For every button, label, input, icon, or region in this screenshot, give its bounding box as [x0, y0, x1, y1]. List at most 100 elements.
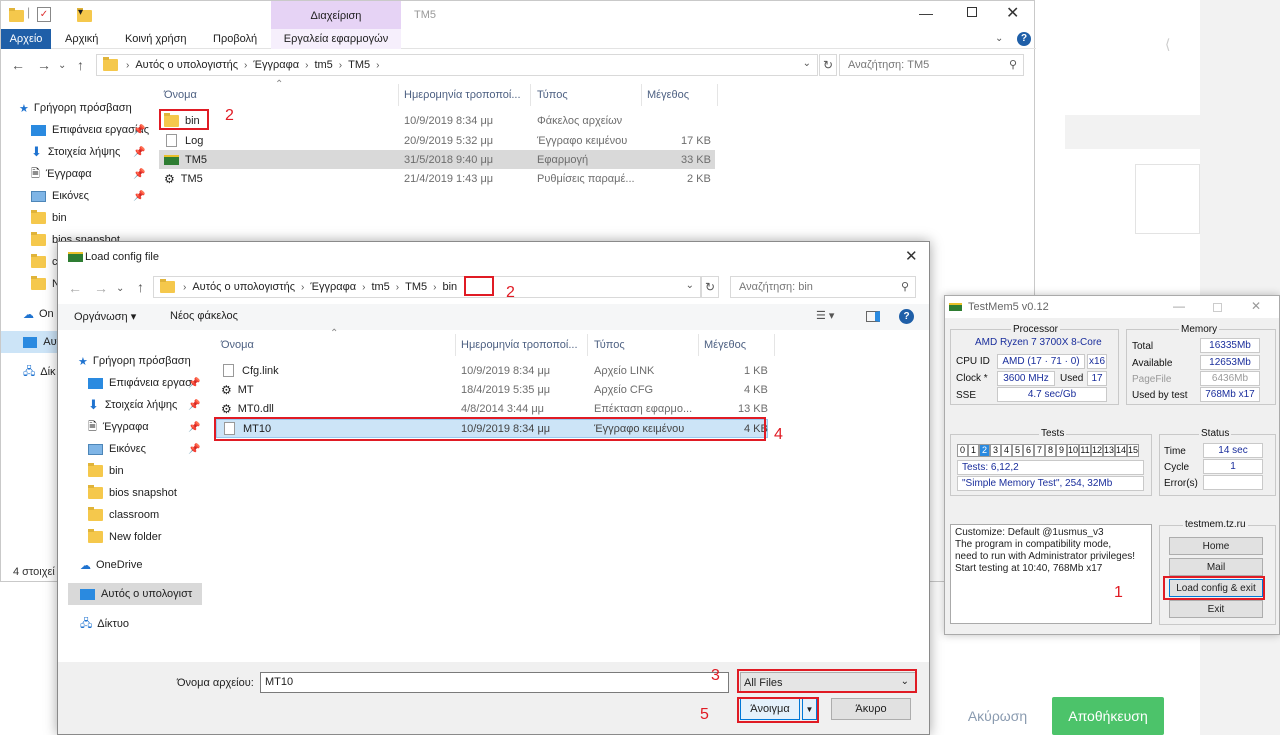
- minimize-icon[interactable]: —: [919, 5, 933, 21]
- pin-icon[interactable]: 📌: [188, 378, 200, 389]
- folder-icon: [103, 57, 118, 71]
- pictures-icon: [88, 443, 103, 455]
- chevron-down-icon[interactable]: ⌄: [803, 58, 811, 69]
- close-icon[interactable]: ✕: [1006, 3, 1019, 23]
- sidebar-item-this-pc[interactable]: Αυτ: [1, 331, 61, 353]
- sidebar-item-bios-snapshot[interactable]: bios snapshot: [88, 482, 177, 504]
- refresh-icon[interactable]: ↻: [819, 54, 837, 76]
- pin-icon[interactable]: 📌: [188, 400, 200, 411]
- sidebar-item-desktop[interactable]: Επιφάνεια εργασίας: [31, 119, 149, 141]
- pin-icon[interactable]: 📌: [133, 191, 145, 202]
- sidebar-item-n[interactable]: N: [31, 273, 60, 295]
- filename-input[interactable]: MT10: [260, 672, 729, 693]
- chevron-down-icon[interactable]: ⌄: [995, 33, 1003, 44]
- sidebar-item-documents[interactable]: 🗎 Έγγραφα: [88, 416, 149, 438]
- sidebar-item-bin[interactable]: bin: [88, 460, 124, 482]
- tab-share[interactable]: Κοινή χρήση: [125, 29, 187, 49]
- organize-button[interactable]: Οργάνωση ▾: [74, 310, 136, 323]
- dialog-search-input[interactable]: Αναζήτηση: bin ⚲: [730, 276, 916, 298]
- chevron-down-icon[interactable]: ▾: [78, 7, 83, 18]
- view-options-icon[interactable]: ☰ ▾: [816, 309, 834, 322]
- dialog-address-bar[interactable]: › Αυτός ο υπολογιστής › Έγγραφα › tm5 › TM5…: [153, 276, 701, 298]
- up-icon[interactable]: ↑: [137, 279, 144, 295]
- column-date[interactable]: Ημερομηνία τροποποί...: [404, 89, 521, 101]
- sidebar-item-cl[interactable]: cl: [31, 251, 60, 273]
- breadcrumb-item[interactable]: Έγγραφα: [253, 59, 299, 71]
- pin-icon[interactable]: 📌: [133, 147, 145, 158]
- sidebar-item-pictures[interactable]: Εικόνες: [88, 438, 146, 460]
- sidebar-item-desktop[interactable]: Επιφάνεια εργασ: [88, 372, 192, 394]
- sidebar-item-onedrive[interactable]: ☁ OneDrive: [80, 554, 142, 576]
- sidebar-item-new-folder[interactable]: New folder: [88, 526, 162, 548]
- column-size[interactable]: Μέγεθος: [647, 89, 689, 101]
- cancel-button[interactable]: Άκυρο: [831, 698, 911, 720]
- breadcrumb-item[interactable]: tm5: [314, 59, 332, 71]
- pin-icon[interactable]: 📌: [188, 422, 200, 433]
- sidebar-item-quick-access[interactable]: ★ Γρήγορη πρόσβαση: [13, 97, 132, 119]
- forward-icon[interactable]: →: [94, 280, 108, 296]
- home-button[interactable]: Home: [1169, 537, 1263, 555]
- column-name[interactable]: Όνομα: [221, 339, 254, 351]
- refresh-icon[interactable]: ↻: [701, 276, 719, 298]
- explorer-search-input[interactable]: Αναζήτηση: TM5 ⚲: [839, 54, 1024, 76]
- annotation-2: 2: [506, 284, 515, 301]
- pin-icon[interactable]: 📌: [188, 444, 200, 455]
- web-cancel-button[interactable]: Ακύρωση: [950, 698, 1045, 734]
- breadcrumb-item[interactable]: TM5: [348, 59, 370, 71]
- forward-icon[interactable]: →: [37, 57, 51, 73]
- column-date[interactable]: Ημερομηνία τροποποί...: [461, 339, 578, 351]
- preview-pane-icon[interactable]: [866, 311, 880, 322]
- sidebar-item-network[interactable]: 🖧 Δίκ: [23, 361, 56, 383]
- share-icon[interactable]: ⟨: [1165, 36, 1170, 53]
- sidebar-item-this-pc[interactable]: Αυτός ο υπολογιστ: [68, 583, 202, 605]
- minimize-icon[interactable]: —: [1173, 299, 1185, 313]
- sidebar-item-quick-access[interactable]: ★ Γρήγορη πρόσβαση: [72, 350, 191, 372]
- column-name[interactable]: Όνομα: [164, 89, 197, 101]
- breadcrumb-item[interactable]: TM5: [405, 281, 427, 293]
- sidebar-item-pictures[interactable]: Εικόνες: [31, 185, 89, 207]
- tab-home[interactable]: Αρχική: [65, 29, 98, 49]
- sidebar-item-downloads[interactable]: ⬇ Στοιχεία λήψης: [31, 141, 120, 163]
- sidebar-item-bin[interactable]: bin: [31, 207, 67, 229]
- help-icon[interactable]: ?: [1017, 32, 1031, 46]
- breadcrumb-item[interactable]: Αυτός ο υπολογιστής: [135, 59, 238, 71]
- maximize-icon[interactable]: [967, 7, 977, 17]
- back-icon[interactable]: ←: [11, 57, 25, 73]
- chevron-down-icon[interactable]: ⌄: [116, 283, 124, 294]
- sidebar-item-onedrive[interactable]: ☁ On: [23, 303, 54, 325]
- sidebar-item-network[interactable]: 🖧 Δίκτυο: [80, 613, 129, 635]
- tab-view[interactable]: Προβολή: [213, 29, 257, 49]
- memory-title: Memory: [1179, 324, 1220, 335]
- web-save-button[interactable]: Αποθήκευση: [1052, 697, 1164, 735]
- column-size[interactable]: Μέγεθος: [704, 339, 746, 351]
- explorer-address-bar[interactable]: › Αυτός ο υπολογιστής › Έγγραφα › tm5 › TM5…: [96, 54, 818, 76]
- chevron-down-icon[interactable]: ⌄: [686, 280, 694, 291]
- highlight-bin-breadcrumb: [464, 276, 494, 296]
- breadcrumb-item[interactable]: tm5: [371, 281, 389, 293]
- tab-file[interactable]: Αρχείο: [1, 29, 51, 49]
- sidebar-item-downloads[interactable]: ⬇ Στοιχεία λήψης: [88, 394, 177, 416]
- sidebar-item-documents[interactable]: 🗎 Έγγραφα: [31, 163, 92, 185]
- tab-app-tools[interactable]: Εργαλεία εφαρμογών: [271, 29, 401, 49]
- breadcrumb-item[interactable]: Αυτός ο υπολογιστής: [192, 281, 295, 293]
- close-icon[interactable]: ✕: [905, 247, 918, 265]
- close-icon[interactable]: ✕: [1251, 299, 1261, 313]
- pin-icon[interactable]: 📌: [133, 125, 145, 136]
- exit-button[interactable]: Exit: [1169, 600, 1263, 618]
- mail-button[interactable]: Mail: [1169, 558, 1263, 576]
- maximize-icon[interactable]: [1213, 303, 1222, 312]
- help-icon[interactable]: ?: [899, 309, 914, 324]
- back-icon[interactable]: ←: [68, 280, 82, 296]
- breadcrumb-item-current[interactable]: bin: [442, 281, 457, 293]
- up-icon[interactable]: ↑: [77, 57, 84, 73]
- column-type[interactable]: Τύπος: [537, 89, 568, 101]
- column-type[interactable]: Τύπος: [594, 339, 625, 351]
- folder-icon: [88, 485, 103, 499]
- pin-icon[interactable]: 📌: [133, 169, 145, 180]
- chevron-down-icon[interactable]: ⌄: [58, 60, 66, 71]
- sidebar-item-classroom[interactable]: classroom: [88, 504, 159, 526]
- new-folder-button[interactable]: Νέος φάκελος: [170, 310, 238, 322]
- test-number: 3: [990, 444, 1001, 457]
- breadcrumb-item[interactable]: Έγγραφα: [310, 281, 356, 293]
- properties-icon[interactable]: ✓: [37, 7, 51, 22]
